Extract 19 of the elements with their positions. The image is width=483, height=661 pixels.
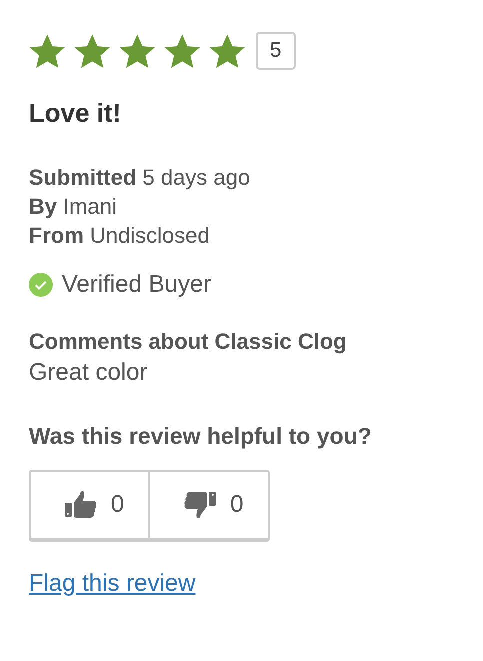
meta-line: By Imani [29,194,118,220]
meta-line: Submitted 5 days ago [29,165,252,191]
rating-count: 5 [256,32,296,70]
verified-label: Verified Buyer [62,271,212,299]
helpful-question: Was this review helpful to you? [29,423,373,450]
flag-link[interactable]: Flag this review [29,570,196,598]
thumbs-down-icon [184,490,216,520]
star-icon [209,32,246,70]
meta-line: From Undisclosed [29,223,211,249]
star-icon [164,32,201,70]
unhelpful-button[interactable]: 0 [148,472,268,538]
star-icon [29,32,66,70]
check-icon [29,273,53,297]
review-title: Love it! [29,98,122,129]
star-icon [74,32,111,70]
thumbs-up-icon [65,490,97,520]
star-icon [119,32,156,70]
comments-heading: Comments about Classic Clog [29,329,348,355]
comment-text: Great color [29,359,149,387]
